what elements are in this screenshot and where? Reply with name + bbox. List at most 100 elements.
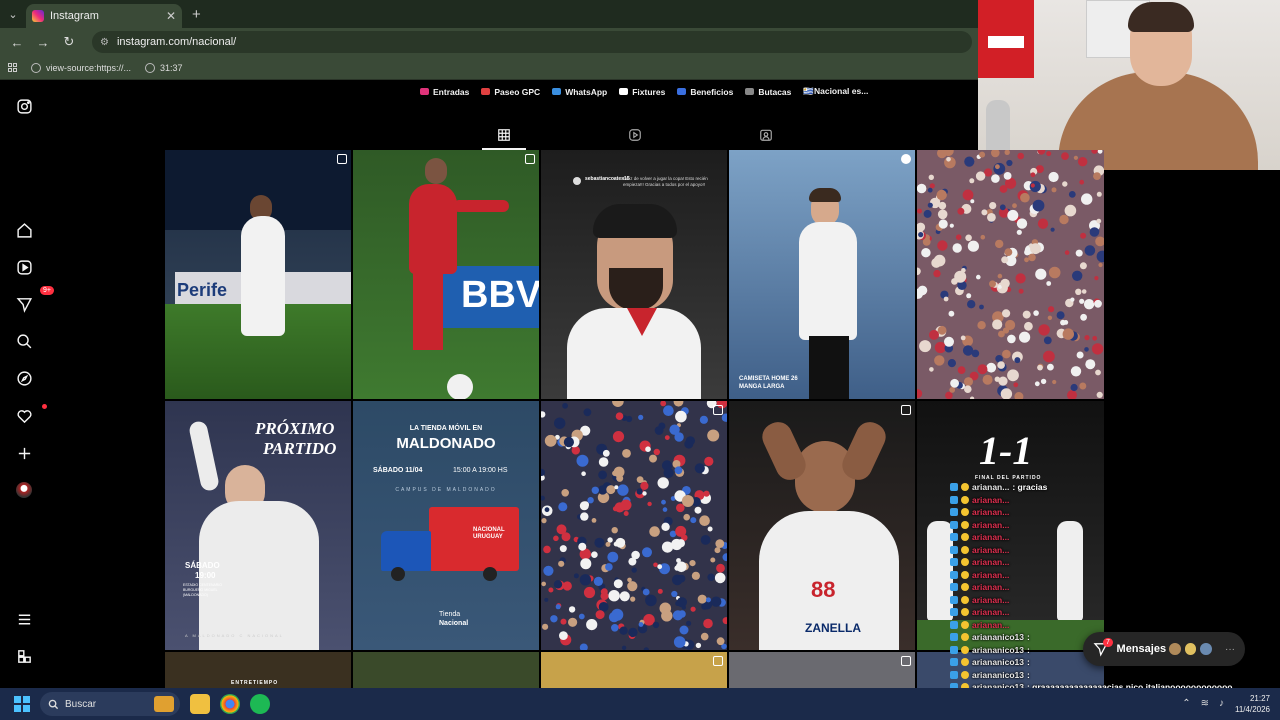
- close-tab-icon[interactable]: ✕: [166, 9, 176, 23]
- explore-icon[interactable]: [14, 368, 34, 388]
- highlight-item[interactable]: Beneficios: [677, 86, 733, 97]
- post-tile[interactable]: 1-1 FINAL DEL PARTIDO: [917, 401, 1104, 650]
- post-tile[interactable]: LA TIENDA MÓVIL EN MALDONADO SÁBADO 11/0…: [353, 401, 539, 650]
- post-caption: CAMISETA HOME 26 MANGA LARGA: [739, 376, 798, 390]
- post-tile[interactable]: [353, 652, 539, 688]
- crowd-dot: [1081, 193, 1093, 205]
- crowd-dot: [989, 202, 997, 210]
- post-tile[interactable]: [541, 401, 727, 650]
- search-icon[interactable]: [14, 331, 34, 351]
- more-apps-icon[interactable]: [14, 646, 34, 666]
- crowd-dot: [1050, 227, 1055, 232]
- post-tile[interactable]: [917, 150, 1104, 399]
- bookmark-item[interactable]: view-source:https://...: [31, 62, 131, 73]
- post-tile[interactable]: [917, 652, 1104, 688]
- tab-search-icon[interactable]: ⌄: [0, 0, 26, 28]
- bookmark-item[interactable]: 31:37: [145, 62, 183, 73]
- crowd-dot: [964, 385, 972, 393]
- heart-icon[interactable]: [14, 404, 47, 426]
- direct-icon[interactable]: 9+: [14, 286, 54, 314]
- crowd-dot: [918, 232, 924, 238]
- highlight-item[interactable]: 🇺🇾Nacional es...: [803, 86, 868, 97]
- crowd-dot: [703, 618, 713, 629]
- crowd-dot: [1047, 363, 1054, 371]
- clock[interactable]: 21:27 11/4/2026: [1235, 693, 1270, 715]
- highlight-item[interactable]: Fixtures: [619, 86, 665, 97]
- score-subtitle: FINAL DEL PARTIDO: [975, 475, 1042, 481]
- volume-icon[interactable]: ♪: [1219, 698, 1224, 709]
- spotify-icon[interactable]: [250, 694, 270, 714]
- reload-icon[interactable]: ↻: [58, 31, 80, 53]
- tab-reels[interactable]: [613, 120, 657, 150]
- url-field[interactable]: ⚙ instagram.com/nacional/: [92, 31, 972, 53]
- crowd-dot: [561, 489, 569, 497]
- crowd-dot: [969, 178, 975, 184]
- apps-icon[interactable]: [8, 63, 17, 72]
- crowd-dot: [946, 157, 951, 162]
- post-tile[interactable]: 88 ZANELLA: [729, 401, 915, 650]
- highlight-label: 🇺🇾Nacional es...: [803, 86, 869, 96]
- forward-icon[interactable]: →: [32, 31, 54, 53]
- crowd-dot: [948, 310, 955, 317]
- crowd-dot: [934, 355, 945, 366]
- browser-tab[interactable]: Instagram ✕: [26, 4, 182, 28]
- profile-avatar[interactable]: [14, 480, 34, 500]
- crowd-dot: [690, 606, 696, 612]
- crowd-dot: [627, 581, 638, 592]
- post-tile[interactable]: BBV: [353, 150, 539, 399]
- highlight-item[interactable]: Butacas: [745, 86, 791, 97]
- crowd-dot: [1084, 347, 1089, 352]
- menu-icon[interactable]: [14, 609, 34, 629]
- post-tile[interactable]: ENTRETIEMPO: [165, 652, 351, 688]
- windows-start-icon[interactable]: [14, 696, 30, 712]
- reels-icon[interactable]: [14, 257, 34, 277]
- highlight-item[interactable]: Entradas: [420, 86, 469, 97]
- player-shirt: [567, 308, 701, 399]
- crowd-dot: [579, 643, 588, 650]
- messages-button[interactable]: 7 Mensajes ···: [1083, 632, 1245, 666]
- crowd-dot: [631, 567, 637, 573]
- post-tile[interactable]: CAMISETA HOME 26 MANGA LARGA: [729, 150, 915, 399]
- crowd-dot: [657, 477, 669, 489]
- crowd-dot: [1079, 298, 1085, 304]
- more-icon[interactable]: ···: [1225, 644, 1235, 655]
- video-icon: [901, 154, 911, 164]
- back-icon[interactable]: ←: [6, 31, 28, 53]
- crowd-dot: [976, 274, 981, 280]
- crowd-dot: [649, 454, 657, 463]
- crowd-dot: [627, 577, 632, 583]
- home-icon[interactable]: [14, 220, 34, 240]
- crowd-dot: [944, 336, 954, 347]
- clock-time: 21:27: [1249, 694, 1270, 703]
- post-tile[interactable]: [729, 652, 915, 688]
- highlight-item[interactable]: WhatsApp: [552, 86, 607, 97]
- crowd-dot: [981, 209, 988, 216]
- tab-tagged[interactable]: [744, 120, 788, 150]
- crowd-dot: [642, 547, 652, 558]
- crowd-dot: [995, 164, 1000, 170]
- post-tile[interactable]: sebastiancoates15 Feliz de volver a juga…: [541, 150, 727, 399]
- crowd-dot: [917, 183, 927, 194]
- chrome-icon[interactable]: [220, 694, 240, 714]
- create-icon[interactable]: [14, 443, 34, 463]
- post-tile[interactable]: Perife: [165, 150, 351, 399]
- crowd-dot: [975, 171, 986, 181]
- crowd-dot: [1013, 382, 1019, 388]
- crowd-dot: [1075, 249, 1083, 257]
- crowd-dot: [669, 424, 680, 435]
- file-explorer-icon[interactable]: [190, 694, 210, 714]
- crowd-dot: [1067, 390, 1077, 399]
- instagram-logo-icon[interactable]: [14, 96, 34, 116]
- post-tile[interactable]: PRÓXIMO PARTIDO SÁBADO 19:00 ESTADIO CEN…: [165, 401, 351, 650]
- wifi-icon[interactable]: ≋: [1201, 698, 1209, 709]
- tab-posts[interactable]: [482, 120, 526, 150]
- highlight-item[interactable]: Paseo GPC: [481, 86, 540, 97]
- site-info-icon[interactable]: ⚙: [100, 37, 109, 48]
- crowd-dot: [707, 526, 713, 532]
- crowd-dot: [1064, 250, 1070, 255]
- new-tab-icon[interactable]: +: [192, 6, 201, 23]
- tray-chevron-icon[interactable]: ⌃: [1182, 698, 1190, 709]
- crowd-dot: [619, 626, 628, 635]
- taskbar-search[interactable]: Buscar: [40, 692, 180, 716]
- post-tile[interactable]: [541, 652, 727, 688]
